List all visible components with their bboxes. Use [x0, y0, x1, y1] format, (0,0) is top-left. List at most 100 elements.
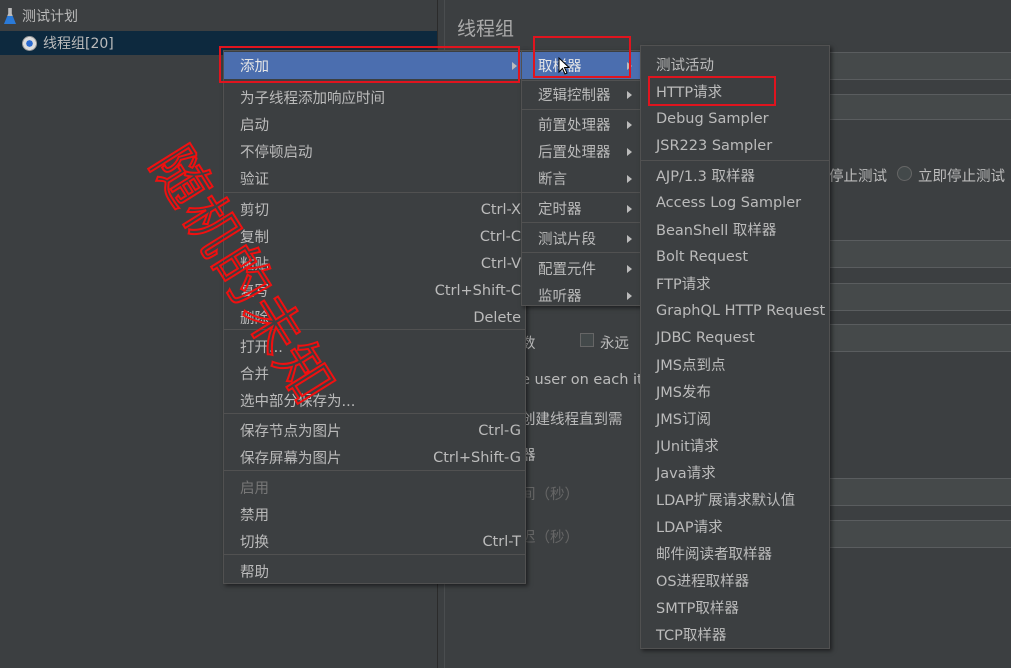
- menu-item[interactable]: 保存节点为图片 Ctrl-G: [224, 417, 525, 444]
- menu-item-label: 复写: [240, 284, 269, 300]
- menu-item[interactable]: 选中部分保存为...: [224, 387, 525, 414]
- tree-item-test-plan[interactable]: 测试计划: [0, 4, 78, 28]
- radio-stop-now-label: 立即停止测试: [918, 169, 1005, 185]
- menu-item[interactable]: 启动: [224, 111, 525, 138]
- sampler-item[interactable]: JSR223 Sampler: [641, 132, 829, 159]
- menu-separator: [224, 192, 525, 193]
- menu-item-label: 保存屏幕为图片: [240, 451, 342, 467]
- sampler-item-label: OS进程取样器: [656, 574, 750, 590]
- sampler-item[interactable]: BeanShell 取样器: [641, 216, 829, 243]
- sampler-item[interactable]: OS进程取样器: [641, 567, 829, 594]
- sampler-item[interactable]: LDAP扩展请求默认值: [641, 486, 829, 513]
- menu-item-label: 启动: [240, 118, 269, 134]
- submenu-item[interactable]: 监听器: [522, 282, 640, 309]
- delay-field[interactable]: [829, 520, 1011, 548]
- sampler-item[interactable]: JDBC Request: [641, 324, 829, 351]
- sampler-item[interactable]: 邮件阅读者取样器: [641, 540, 829, 567]
- submenu-item[interactable]: 断言: [522, 165, 640, 192]
- comment-field[interactable]: [829, 94, 1011, 120]
- sampler-item[interactable]: TCP取样器: [641, 621, 829, 648]
- radio-stop-now[interactable]: [897, 166, 912, 181]
- sampler-item[interactable]: FTP请求: [641, 270, 829, 297]
- sampler-item[interactable]: 测试活动: [641, 51, 829, 78]
- menu-item[interactable]: 帮助: [224, 558, 525, 585]
- menu-item[interactable]: 为子线程添加响应时间: [224, 84, 525, 111]
- sampler-item-label: AJP/1.3 取样器: [656, 169, 755, 185]
- submenu-item[interactable]: 前置处理器: [522, 111, 640, 138]
- menu-item-label: 禁用: [240, 508, 269, 524]
- submenu-item-label: 测试片段: [538, 232, 596, 248]
- submenu-item-label: 断言: [538, 172, 567, 188]
- menu-item[interactable]: 复写 Ctrl+Shift-C: [224, 277, 525, 304]
- sampler-item[interactable]: JMS订阅: [641, 405, 829, 432]
- menu-item[interactable]: 保存屏幕为图片 Ctrl+Shift-G: [224, 444, 525, 471]
- menu-item-label: 切换: [240, 535, 269, 551]
- sampler-item[interactable]: LDAP请求: [641, 513, 829, 540]
- menu-item[interactable]: 复制 Ctrl-C: [224, 223, 525, 250]
- menu-separator: [522, 192, 640, 193]
- shortcut-label: Ctrl-C: [479, 228, 521, 245]
- forever-checkbox[interactable]: [580, 333, 594, 347]
- menu-item[interactable]: 打开...: [224, 333, 525, 360]
- menu-item-label: 为子线程添加响应时间: [240, 91, 385, 107]
- submenu-item[interactable]: 测试片段: [522, 225, 640, 252]
- shortcut-label: Ctrl-X: [480, 201, 521, 218]
- submenu-item[interactable]: 后置处理器: [522, 138, 640, 165]
- sampler-item[interactable]: JMS发布: [641, 378, 829, 405]
- sampler-item[interactable]: Java请求: [641, 459, 829, 486]
- menu-item[interactable]: 合并: [224, 360, 525, 387]
- submenu-item-label: 配置元件: [538, 262, 596, 278]
- sampler-item-label: GraphQL HTTP Request: [656, 302, 826, 319]
- sampler-item[interactable]: SMTP取样器: [641, 594, 829, 621]
- menu-item[interactable]: 验证: [224, 165, 525, 192]
- sampler-item-label: LDAP请求: [656, 520, 723, 536]
- sampler-item-label: TCP取样器: [656, 628, 727, 644]
- context-menu: 添加 为子线程添加响应时间 启动 不停顿启动 验证 剪切 Ctrl-X 复制 Ctrl-C 粘贴 C…: [223, 50, 526, 584]
- menu-item[interactable]: 切换 Ctrl-T: [224, 528, 525, 555]
- sampler-item[interactable]: Debug Sampler: [641, 105, 829, 132]
- submenu-arrow-icon: [627, 234, 632, 243]
- submenu-arrow-icon: [627, 291, 632, 300]
- duration-field[interactable]: [829, 478, 1011, 506]
- shortcut-label: Ctrl-T: [482, 533, 521, 550]
- submenu-item[interactable]: 配置元件: [522, 255, 640, 282]
- radio-stop-test-label[interactable]: 停止测试: [829, 165, 887, 186]
- menu-item-label: 选中部分保存为...: [240, 394, 356, 410]
- sampler-item[interactable]: GraphQL HTTP Request: [641, 297, 829, 324]
- menu-separator: [522, 109, 640, 110]
- menu-item[interactable]: 粘贴 Ctrl-V: [224, 250, 525, 277]
- menu-item-label: 剪切: [240, 203, 269, 219]
- sampler-item-label: BeanShell 取样器: [656, 223, 777, 239]
- sampler-item-label: 邮件阅读者取样器: [656, 547, 772, 563]
- shortcut-label: Ctrl+Shift-C: [434, 282, 521, 299]
- sampler-item[interactable]: JUnit请求: [641, 432, 829, 459]
- sampler-item[interactable]: Bolt Request: [641, 243, 829, 270]
- annotation-box-add: [219, 46, 520, 83]
- menu-separator: [522, 252, 640, 253]
- menu-item-label: 删除: [240, 311, 269, 327]
- flask-icon: [4, 8, 16, 24]
- forever-label: 永远: [600, 336, 629, 352]
- menu-item[interactable]: 禁用: [224, 501, 525, 528]
- submenu-item-label: 后置处理器: [538, 145, 611, 161]
- menu-item[interactable]: 删除 Delete: [224, 304, 525, 331]
- sampler-item[interactable]: AJP/1.3 取样器: [641, 162, 829, 189]
- duration-label: 间（秒）: [521, 487, 579, 503]
- menu-item-label: 粘贴: [240, 257, 269, 273]
- submenu-item-label: 前置处理器: [538, 118, 611, 134]
- menu-item[interactable]: 不停顿启动: [224, 138, 525, 165]
- menu-item[interactable]: 剪切 Ctrl-X: [224, 196, 525, 223]
- sampler-item[interactable]: Access Log Sampler: [641, 189, 829, 216]
- sampler-item-label: JMS订阅: [656, 412, 711, 428]
- menu-separator: [224, 413, 525, 414]
- submenu-item[interactable]: 定时器: [522, 195, 640, 222]
- sampler-item-label: SMTP取样器: [656, 601, 739, 617]
- menu-item[interactable]: 启用: [224, 474, 525, 501]
- rampup-field[interactable]: [829, 283, 1011, 311]
- sampler-item[interactable]: JMS点到点: [641, 351, 829, 378]
- loop-field[interactable]: [829, 324, 1011, 352]
- submenu-item[interactable]: 逻辑控制器: [522, 81, 640, 108]
- threads-field[interactable]: [829, 240, 1011, 268]
- name-field[interactable]: [829, 52, 1011, 80]
- menu-item-label: 启用: [240, 481, 269, 497]
